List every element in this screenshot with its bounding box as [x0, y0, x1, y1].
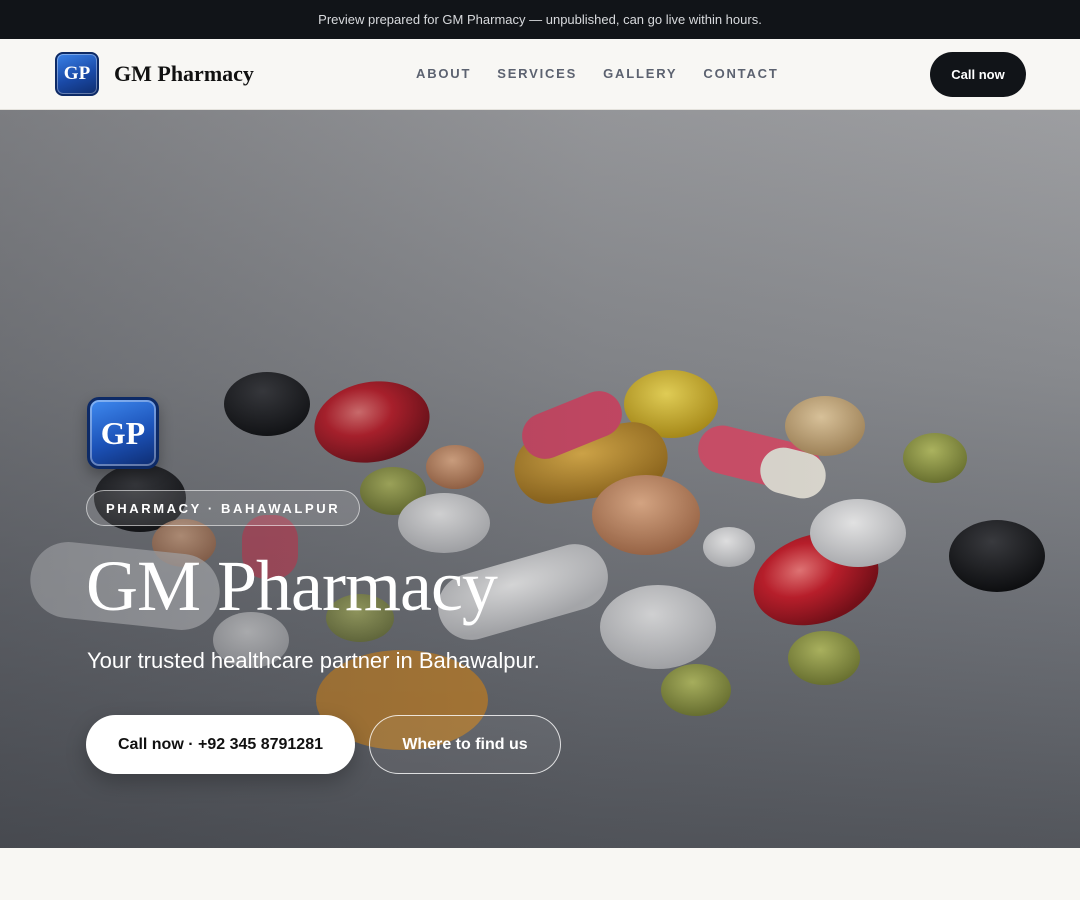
- hero-logo-icon: GP: [87, 397, 159, 469]
- main-nav: ABOUT SERVICES GALLERY CONTACT: [416, 66, 779, 81]
- location-badge-text: PHARMACY · BAHAWALPUR: [106, 500, 341, 516]
- preview-banner: Preview prepared for GM Pharmacy — unpub…: [0, 0, 1080, 39]
- call-now-button[interactable]: Call now · +92 345 8791281: [86, 715, 355, 774]
- brand-name: GM Pharmacy: [114, 61, 254, 86]
- preview-banner-text: Preview prepared for GM Pharmacy — unpub…: [318, 12, 762, 27]
- nav-contact[interactable]: CONTACT: [703, 66, 778, 81]
- site-header: GP GM Pharmacy ABOUT SERVICES GALLERY CO…: [0, 39, 1080, 110]
- hero-section: GP PHARMACY · BAHAWALPUR GM Pharmacy You…: [0, 110, 1080, 848]
- hero-subtitle: Your trusted healthcare partner in Bahaw…: [87, 648, 540, 673]
- logo-icon: GP: [55, 52, 99, 96]
- header-call-button[interactable]: Call now: [930, 52, 1026, 97]
- hero-title: GM Pharmacy: [86, 546, 498, 626]
- nav-services[interactable]: SERVICES: [497, 66, 577, 81]
- where-to-find-us-button[interactable]: Where to find us: [369, 715, 561, 774]
- nav-gallery[interactable]: GALLERY: [603, 66, 677, 81]
- next-section: [0, 848, 1080, 900]
- brand[interactable]: GP GM Pharmacy: [55, 52, 254, 96]
- nav-about[interactable]: ABOUT: [416, 66, 471, 81]
- location-badge: PHARMACY · BAHAWALPUR: [86, 490, 361, 526]
